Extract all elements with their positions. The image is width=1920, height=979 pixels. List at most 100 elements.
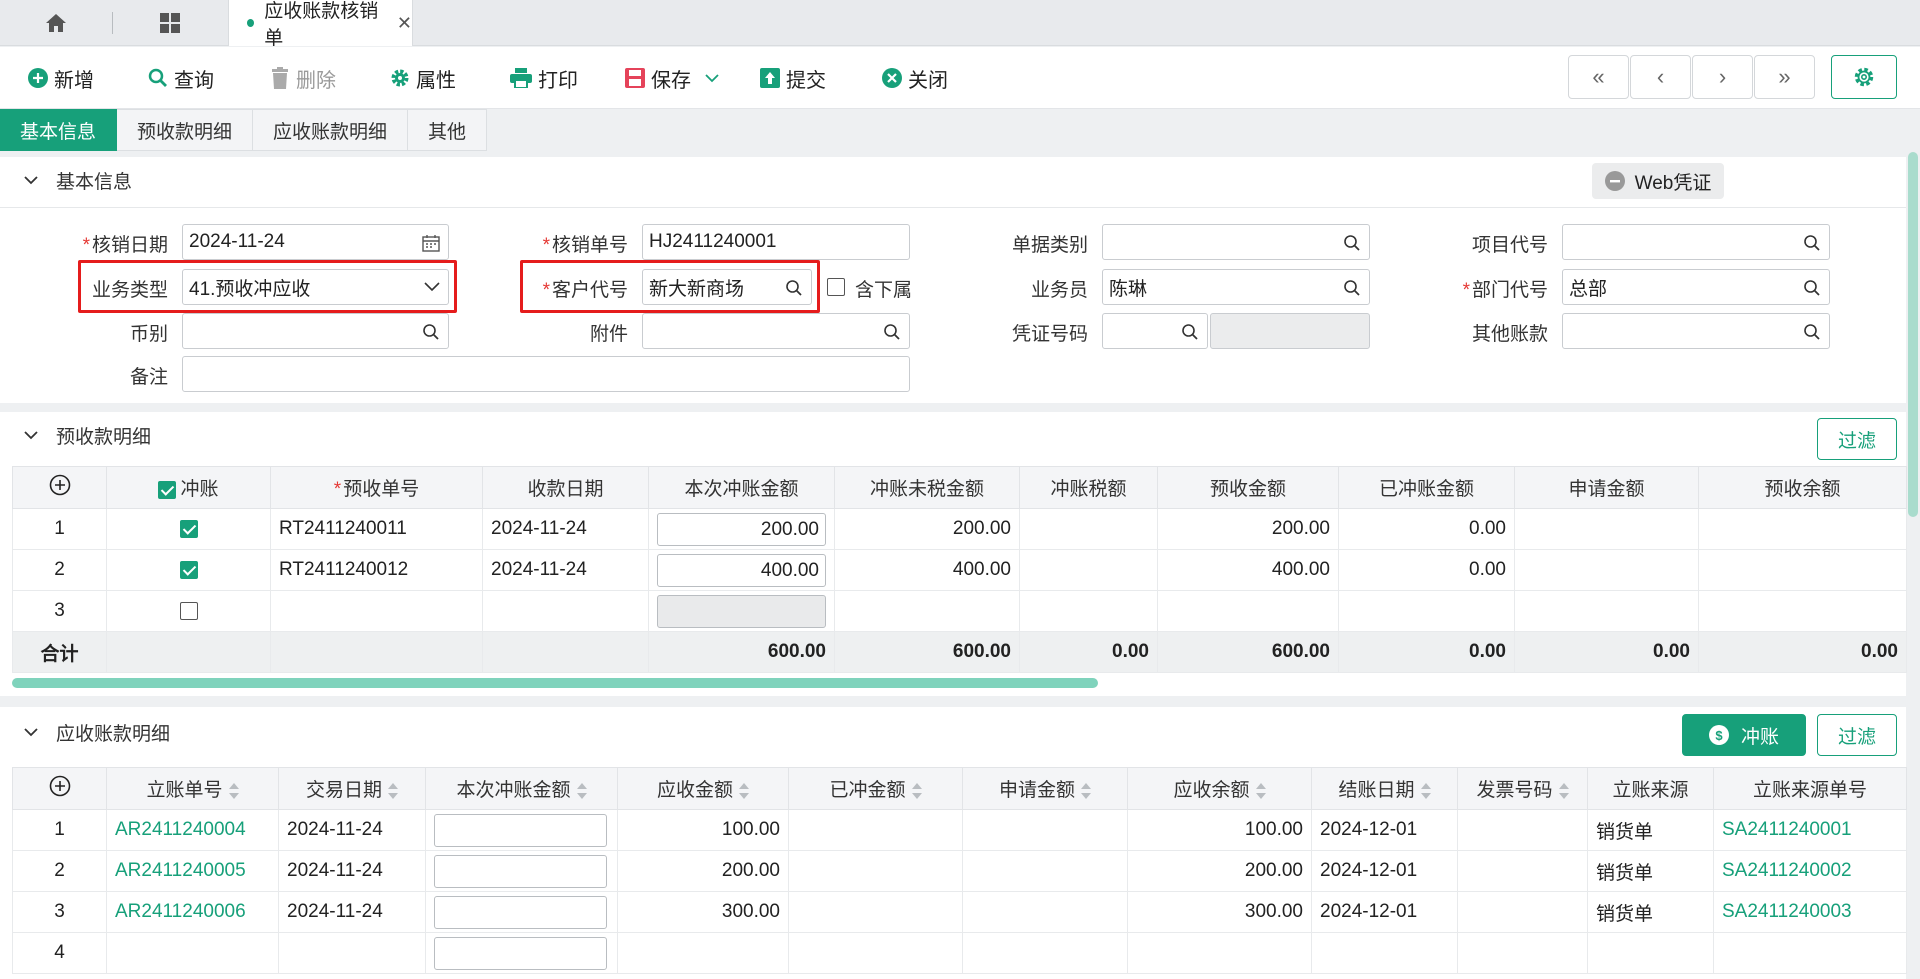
offset-amount-input[interactable] (434, 854, 607, 888)
prepay-header[interactable]: 预收款明细 (0, 412, 1906, 458)
offset-button[interactable]: $ 冲账 (1682, 714, 1806, 756)
attachment-field[interactable] (642, 313, 910, 349)
biz-type-select[interactable]: 41.预收冲应收 (182, 269, 449, 305)
voucher-no-field[interactable] (1102, 313, 1208, 349)
search-icon[interactable] (785, 279, 803, 297)
col-prepay-balance[interactable]: 预收余额 (1698, 466, 1907, 509)
offset-amount-cell[interactable]: 400.00 (648, 549, 835, 591)
col-offset-done[interactable]: 已冲金额 (788, 767, 963, 810)
search-icon[interactable] (1803, 234, 1821, 252)
offset-amount-input[interactable] (434, 895, 607, 929)
ar-no-link[interactable]: AR2411240004 (106, 809, 279, 851)
home-tab[interactable] (30, 8, 82, 38)
project-code-field[interactable] (1562, 224, 1830, 260)
search-icon[interactable] (1343, 234, 1361, 252)
add-row-header[interactable] (12, 767, 107, 810)
table-row[interactable]: 2 AR2411240005 2024-11-24 200.00 200.00 2024-… (12, 850, 1907, 892)
calendar-icon[interactable] (422, 234, 440, 252)
other-account-field[interactable] (1562, 313, 1830, 349)
last-record-button[interactable]: » (1754, 55, 1815, 99)
col-source-no[interactable]: 立账来源单号 (1713, 767, 1907, 810)
sort-icon[interactable] (228, 782, 239, 800)
table-row[interactable]: 3 (12, 590, 1907, 632)
select-all-checkbox[interactable] (158, 480, 177, 499)
search-icon[interactable] (1803, 323, 1821, 341)
chevron-down-icon[interactable] (705, 73, 719, 83)
sort-icon[interactable] (1558, 782, 1569, 800)
table-row[interactable]: 2 RT2411240012 2024-11-24 400.00 400.00 400.0… (12, 549, 1907, 591)
offset-checkbox[interactable] (179, 560, 198, 579)
offset-amount-input[interactable] (434, 813, 607, 847)
table-row[interactable]: 1 RT2411240011 2024-11-24 200.00 200.00 200.0… (12, 508, 1907, 550)
offset-checkbox[interactable] (179, 601, 198, 620)
tab-writeoff-doc[interactable]: 应收账款核销单 ✕ (228, 0, 413, 49)
offset-amount-input[interactable]: 400.00 (657, 553, 826, 587)
sort-icon[interactable] (1420, 782, 1431, 800)
offset-cell[interactable] (106, 590, 271, 632)
col-prepay-no[interactable]: * 预收单号 (270, 466, 483, 509)
prepay-no-cell[interactable]: RT2411240012 (270, 549, 483, 591)
table-row[interactable]: 1 AR2411240004 2024-11-24 100.00 100.00 2024-… (12, 809, 1907, 851)
close-button[interactable]: 关闭 (882, 63, 948, 93)
source-no-link[interactable] (1713, 932, 1907, 974)
prev-record-button[interactable]: ‹ (1630, 55, 1691, 99)
write-off-date-field[interactable]: 2024-11-24 (182, 224, 449, 260)
col-ar-no[interactable]: 立账单号 (106, 767, 279, 810)
offset-cell[interactable] (106, 549, 271, 591)
col-trade-date[interactable]: 交易日期 (278, 767, 426, 810)
query-button[interactable]: 查询 (148, 63, 214, 93)
offset-amount-cell[interactable]: 200.00 (648, 508, 835, 550)
settings-button[interactable] (1831, 55, 1897, 99)
ar-no-link[interactable]: AR2411240006 (106, 891, 279, 933)
source-no-link[interactable]: SA2411240002 (1713, 850, 1907, 892)
tab-receivable-detail[interactable]: 应收账款明细 (253, 109, 409, 151)
col-offset-amount[interactable]: 本次冲账金额 (648, 466, 835, 509)
tab-other[interactable]: 其他 (408, 109, 488, 151)
offset-checkbox[interactable] (179, 519, 198, 538)
receivable-header[interactable]: 应收账款明细 (0, 709, 1906, 755)
sort-icon[interactable] (739, 782, 749, 800)
offset-amount-input[interactable]: 200.00 (657, 512, 826, 546)
dept-code-field[interactable]: 总部 (1562, 269, 1830, 305)
tab-basic-info[interactable]: 基本信息 (0, 109, 118, 151)
close-tab-icon[interactable]: ✕ (397, 13, 412, 34)
currency-field[interactable] (182, 313, 449, 349)
next-record-button[interactable]: › (1692, 55, 1753, 99)
ar-no-link[interactable] (106, 932, 279, 974)
offset-amount-cell[interactable] (425, 891, 618, 933)
add-row-header[interactable] (12, 466, 107, 509)
col-applied-amount[interactable]: 申请金额 (962, 767, 1128, 810)
sort-icon[interactable] (388, 782, 398, 800)
include-sub-checkbox[interactable] (827, 278, 845, 296)
offset-amount-cell[interactable] (425, 932, 618, 974)
col-invoice-no[interactable]: 发票号码 (1457, 767, 1588, 810)
write-off-no-field[interactable]: HJ2411240001 (642, 224, 910, 260)
tab-prepay-detail[interactable]: 预收款明细 (117, 109, 254, 151)
ar-no-link[interactable]: AR2411240005 (106, 850, 279, 892)
sort-icon[interactable] (1081, 782, 1091, 800)
search-icon[interactable] (422, 323, 440, 341)
sort-icon[interactable] (1255, 782, 1266, 800)
prepay-no-cell[interactable] (270, 590, 483, 632)
search-icon[interactable] (1803, 279, 1821, 297)
col-applied-amount[interactable]: 申请金额 (1514, 466, 1699, 509)
apps-tab[interactable] (150, 8, 190, 38)
prepay-filter-button[interactable]: 过滤 (1817, 418, 1897, 460)
offset-amount-cell[interactable] (648, 590, 835, 632)
col-offset[interactable]: 冲账 (106, 466, 271, 509)
offset-amount-input[interactable] (434, 936, 607, 970)
remark-field[interactable] (182, 356, 910, 392)
delete-button[interactable]: 删除 (270, 63, 336, 93)
sort-icon[interactable] (576, 782, 587, 800)
salesperson-field[interactable]: 陈琳 (1102, 269, 1370, 305)
col-source[interactable]: 立账来源 (1587, 767, 1714, 810)
prepay-no-cell[interactable]: RT2411240011 (270, 508, 483, 550)
col-receivable-amount[interactable]: 应收金额 (617, 767, 789, 810)
receivable-filter-button[interactable]: 过滤 (1817, 714, 1897, 756)
col-tax-amount[interactable]: 冲账税额 (1019, 466, 1158, 509)
search-icon[interactable] (1343, 279, 1361, 297)
print-button[interactable]: 打印 (510, 63, 578, 93)
offset-amount-cell[interactable] (425, 809, 618, 851)
save-button[interactable]: 保存 (625, 63, 725, 93)
offset-amount-input[interactable] (657, 594, 826, 628)
